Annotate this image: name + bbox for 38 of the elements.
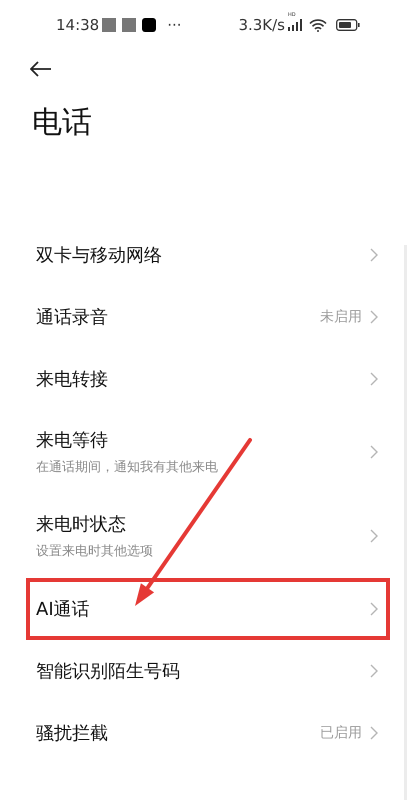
settings-row[interactable]: AI通话 bbox=[26, 578, 390, 640]
row-label: 骚扰拦截 bbox=[36, 722, 109, 746]
settings-row[interactable]: 来电时状态 设置来电时其他选项 bbox=[26, 494, 390, 578]
settings-row[interactable]: 智能识别陌生号码 bbox=[26, 640, 390, 702]
more-notifications: ··· bbox=[167, 14, 182, 36]
battery-icon bbox=[336, 19, 360, 31]
row-label: 智能识别陌生号码 bbox=[36, 660, 181, 684]
settings-row[interactable]: 双卡与移动网络 bbox=[26, 224, 390, 286]
settings-row[interactable]: 骚扰拦截 已启用 bbox=[26, 702, 390, 764]
chevron-icon bbox=[370, 602, 378, 616]
row-subtitle: 设置来电时其他选项 bbox=[36, 542, 154, 561]
chevron-icon bbox=[370, 726, 378, 740]
row-label: 来电时状态 bbox=[36, 512, 127, 537]
row-value: 未启用 bbox=[320, 308, 362, 326]
chevron-icon bbox=[370, 664, 378, 678]
settings-row[interactable]: 来电等待 在通话期间，通知我有其他来电 bbox=[26, 410, 390, 494]
signal-icon bbox=[288, 19, 302, 31]
notification-icon bbox=[102, 18, 116, 32]
chevron-icon bbox=[370, 529, 378, 543]
row-label: 来电转接 bbox=[36, 368, 109, 392]
row-label: 来电等待 bbox=[36, 428, 109, 453]
chevron-icon bbox=[370, 372, 378, 386]
notification-icon bbox=[122, 18, 136, 32]
settings-row[interactable]: 通话录音 未启用 bbox=[26, 286, 390, 348]
notification-icon bbox=[142, 18, 156, 32]
row-label: 通话录音 bbox=[36, 306, 109, 330]
chevron-icon bbox=[370, 310, 378, 324]
row-label: AI通话 bbox=[36, 598, 91, 622]
row-value: 已启用 bbox=[320, 724, 362, 742]
row-subtitle: 在通话期间，通知我有其他来电 bbox=[36, 458, 219, 477]
time: 14:38 bbox=[56, 14, 100, 36]
chevron-icon bbox=[370, 445, 378, 459]
network-speed: 3.3K/s bbox=[238, 14, 285, 36]
chevron-icon bbox=[370, 248, 378, 262]
wifi-icon bbox=[309, 18, 327, 32]
page-title: 电话 bbox=[32, 108, 93, 138]
settings-row[interactable]: 来电转接 bbox=[26, 348, 390, 410]
row-label: 双卡与移动网络 bbox=[36, 244, 163, 268]
